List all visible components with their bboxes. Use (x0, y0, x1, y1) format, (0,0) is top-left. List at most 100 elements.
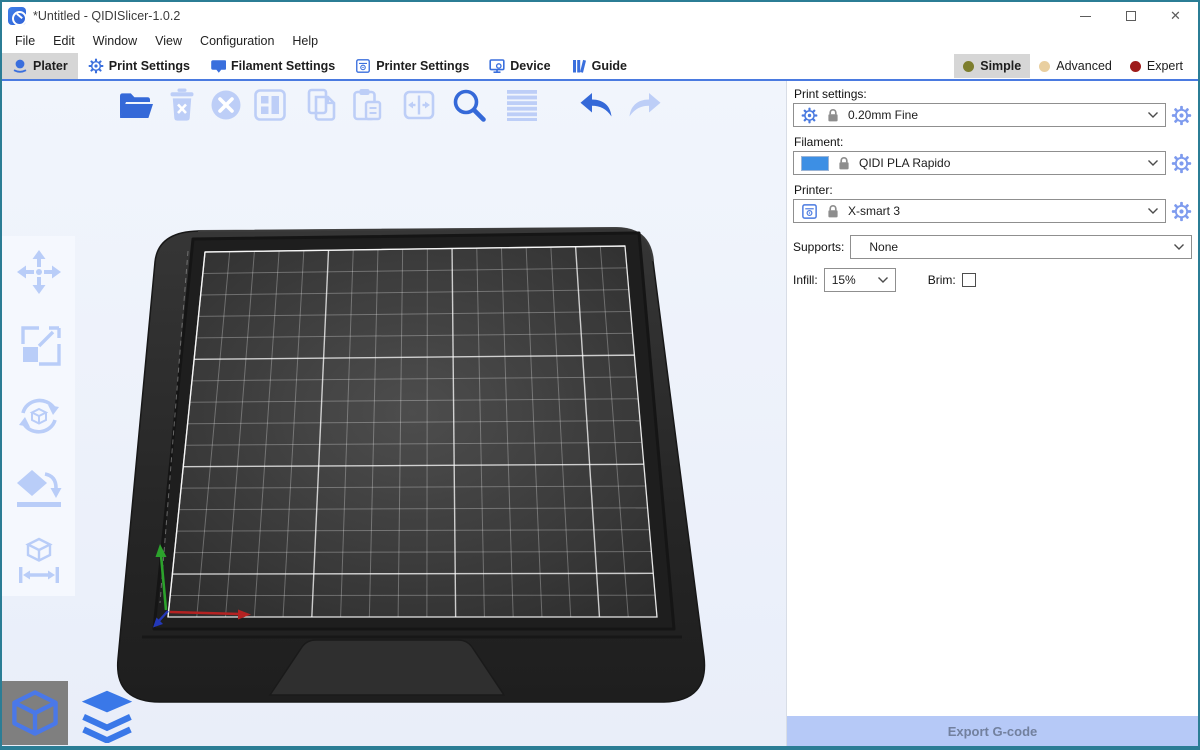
menu-configuration[interactable]: Configuration (191, 30, 283, 53)
scale-icon (15, 320, 63, 368)
open-folder-icon (116, 85, 156, 125)
filament-label: Filament: (794, 135, 1192, 149)
delete-button[interactable] (162, 85, 202, 125)
filament-icon (210, 58, 226, 74)
gizmo-toolbar (2, 236, 75, 596)
move-icon (15, 248, 63, 296)
advanced-dot-icon (1039, 61, 1050, 72)
tab-plater[interactable]: Plater (2, 53, 78, 79)
printer-icon (801, 203, 818, 220)
brim-checkbox[interactable] (962, 273, 976, 287)
menu-view[interactable]: View (146, 30, 191, 53)
mode-label: Expert (1147, 59, 1183, 73)
printer-value: X-smart 3 (848, 204, 1139, 218)
window-title: *Untitled - QIDISlicer-1.0.2 (33, 9, 180, 23)
rotate-gizmo-button[interactable] (15, 392, 63, 440)
menu-help[interactable]: Help (283, 30, 327, 53)
delete-icon (162, 85, 202, 125)
scale-gizmo-button[interactable] (15, 320, 63, 368)
minimize-icon (1080, 16, 1091, 17)
preview-view-button[interactable] (76, 687, 138, 745)
close-button[interactable]: ✕ (1153, 2, 1198, 30)
search-button[interactable] (449, 85, 489, 125)
tab-label: Printer Settings (376, 59, 469, 73)
gear-icon (1171, 105, 1192, 126)
menu-edit[interactable]: Edit (44, 30, 84, 53)
filament-value: QIDI PLA Rapido (859, 156, 1139, 170)
filament-color-swatch (801, 156, 829, 171)
simple-dot-icon (963, 61, 974, 72)
menu-bar: File Edit Window View Configuration Help (2, 30, 1198, 53)
move-gizmo-button[interactable] (15, 248, 63, 296)
menu-window[interactable]: Window (84, 30, 146, 53)
variable-layer-height-button[interactable] (502, 85, 542, 125)
app-logo-icon (8, 7, 26, 25)
tab-label: Filament Settings (231, 59, 335, 73)
chevron-down-icon (1173, 243, 1185, 251)
settings-panel: Print settings: 0.20mm Fine Filament: QI… (786, 81, 1198, 746)
place-on-face-gizmo-button[interactable] (15, 464, 63, 512)
copy-button[interactable] (302, 85, 342, 125)
mode-advanced[interactable]: Advanced (1030, 54, 1121, 78)
print-settings-combo[interactable]: 0.20mm Fine (793, 103, 1166, 127)
filament-edit-button[interactable] (1171, 153, 1192, 174)
plater-icon (12, 58, 28, 74)
tab-label: Print Settings (109, 59, 190, 73)
guide-icon (571, 58, 587, 74)
mode-simple[interactable]: Simple (954, 54, 1030, 78)
tab-bar: Plater Print Settings Filament Settings … (2, 53, 1198, 81)
printer-edit-button[interactable] (1171, 201, 1192, 222)
tab-filament-settings[interactable]: Filament Settings (200, 53, 345, 79)
redo-button[interactable] (624, 85, 664, 125)
gear-icon (88, 58, 104, 74)
top-toolbar (2, 85, 786, 127)
tab-print-settings[interactable]: Print Settings (78, 53, 200, 79)
gear-icon (1171, 153, 1192, 174)
cube-3d-icon (9, 687, 61, 739)
measure-gizmo-button[interactable] (15, 536, 63, 584)
delete-all-button[interactable] (206, 85, 246, 125)
export-gcode-button[interactable]: Export G-code (787, 716, 1198, 746)
minimize-button[interactable] (1063, 2, 1108, 30)
supports-select[interactable]: None (850, 235, 1192, 259)
app-window: *Untitled - QIDISlicer-1.0.2 ✕ File Edit… (0, 0, 1200, 750)
print-settings-value: 0.20mm Fine (848, 108, 1139, 122)
mode-expert[interactable]: Expert (1121, 54, 1192, 78)
chevron-down-icon (1147, 159, 1159, 167)
tab-device[interactable]: Device (479, 53, 560, 79)
lock-icon (826, 204, 840, 219)
chevron-down-icon (1147, 111, 1159, 119)
menu-file[interactable]: File (6, 30, 44, 53)
lock-icon (837, 156, 851, 171)
print-settings-edit-button[interactable] (1171, 105, 1192, 126)
paste-button[interactable] (347, 85, 387, 125)
undo-button[interactable] (577, 85, 617, 125)
supports-label: Supports: (793, 240, 844, 254)
arrange-button[interactable] (250, 85, 290, 125)
expert-dot-icon (1130, 61, 1141, 72)
editor-3d-view-button[interactable] (2, 681, 68, 745)
infill-select[interactable]: 15% (824, 268, 896, 292)
tab-guide[interactable]: Guide (561, 53, 637, 79)
printer-combo[interactable]: X-smart 3 (793, 199, 1166, 223)
place-on-face-icon (15, 464, 63, 512)
mode-selector: Simple Advanced Expert (954, 53, 1198, 79)
search-icon (449, 85, 489, 125)
filament-combo[interactable]: QIDI PLA Rapido (793, 151, 1166, 175)
open-button[interactable] (116, 85, 156, 125)
fill-bed-button[interactable] (399, 85, 439, 125)
print-settings-label: Print settings: (794, 87, 1192, 101)
tab-printer-settings[interactable]: Printer Settings (345, 53, 479, 79)
view-toggle-bar (2, 679, 138, 745)
infill-label: Infill: (793, 273, 818, 287)
lock-icon (826, 108, 840, 123)
gear-icon (1171, 201, 1192, 222)
gear-icon (801, 107, 818, 124)
copy-icon (302, 85, 342, 125)
tab-label: Guide (592, 59, 627, 73)
measure-icon (15, 536, 63, 584)
maximize-button[interactable] (1108, 2, 1153, 30)
viewport-3d[interactable] (2, 81, 786, 746)
printer-icon (355, 58, 371, 74)
chevron-down-icon (1147, 207, 1159, 215)
